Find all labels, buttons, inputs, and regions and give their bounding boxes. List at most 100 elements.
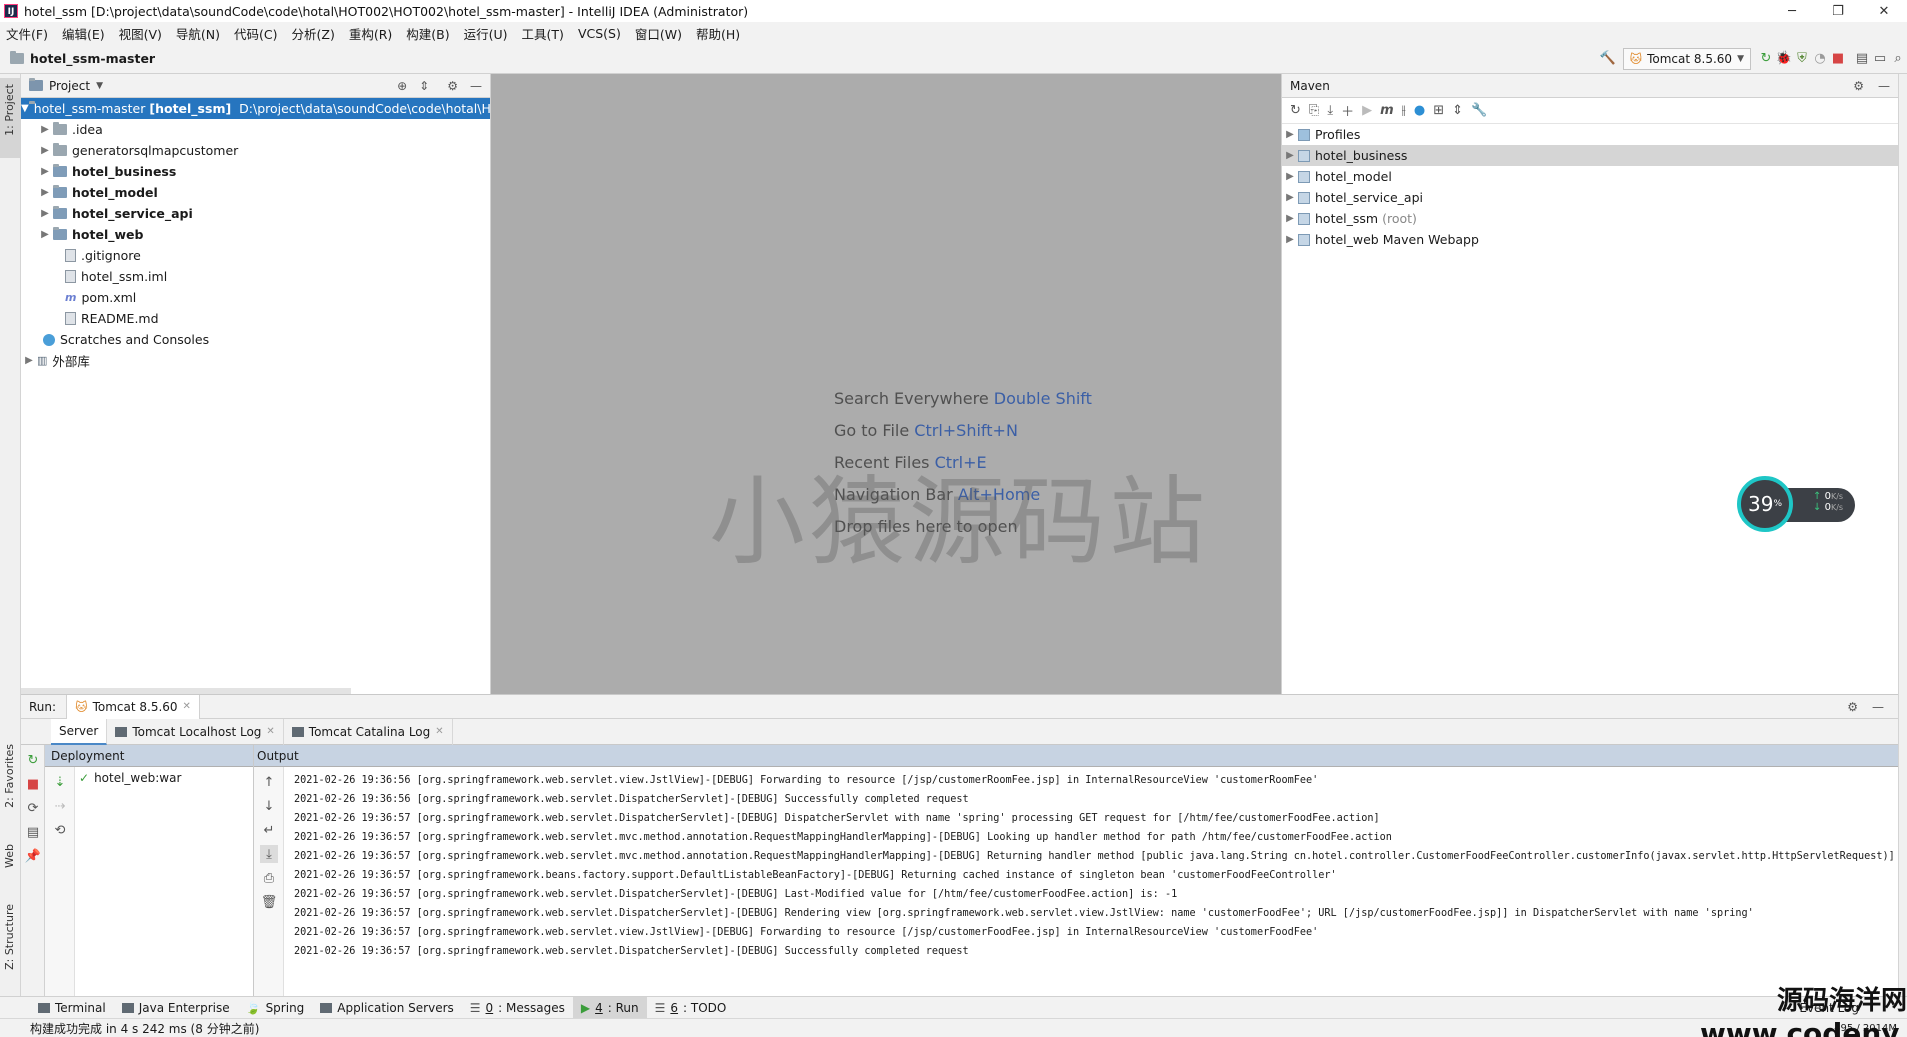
coverage-icon[interactable]: ⛨: [1793, 50, 1811, 68]
maven-item[interactable]: ▶ Profiles: [1282, 124, 1898, 145]
terminal-tool-button[interactable]: Terminal: [30, 997, 114, 1019]
add-icon[interactable]: ＋: [1341, 101, 1354, 120]
deploy-icon[interactable]: ⇣: [51, 773, 69, 791]
gear-icon[interactable]: ⚙: [1847, 700, 1858, 714]
menu-code[interactable]: 代码(C): [234, 24, 277, 43]
menu-analyze[interactable]: 分析(Z): [292, 24, 335, 43]
tree-item[interactable]: ▶ hotel_business: [21, 161, 490, 182]
network-speed-widget[interactable]: ↑ 0K/s ↓ 0K/s 39%: [1737, 476, 1857, 532]
undeploy-icon[interactable]: ⇢: [51, 797, 69, 815]
project-structure-icon[interactable]: ▤: [1853, 50, 1871, 68]
project-panel-title[interactable]: Project: [49, 79, 90, 93]
generate-sources-icon[interactable]: ⎘: [1309, 103, 1319, 118]
debug-icon[interactable]: 🐞: [1775, 50, 1793, 68]
editor-empty-area[interactable]: Search Everywhere Double Shift Go to Fil…: [491, 74, 1281, 694]
gear-icon[interactable]: ⚙: [1853, 79, 1864, 93]
favorites-tool-button[interactable]: 2: Favorites: [3, 744, 16, 808]
down-arrow-icon[interactable]: ↓: [260, 797, 278, 815]
menu-edit[interactable]: 编辑(E): [62, 24, 105, 43]
tree-root-row[interactable]: ▼ hotel_ssm-master [hotel_ssm] D:\projec…: [21, 98, 490, 119]
web-tool-button[interactable]: Web: [3, 844, 16, 868]
app-servers-tool-button[interactable]: Application Servers: [312, 997, 461, 1019]
spring-tool-button[interactable]: 🍃 Spring: [238, 997, 313, 1019]
project-tool-button[interactable]: 1: Project: [0, 78, 20, 158]
stop-icon[interactable]: ■: [24, 775, 42, 793]
tab-tomcat-localhost-log[interactable]: Tomcat Localhost Log ✕: [107, 718, 284, 745]
menu-window[interactable]: 窗口(W): [635, 24, 682, 43]
chevron-down-icon[interactable]: ▼: [96, 81, 103, 91]
profiler-icon[interactable]: ◔: [1811, 50, 1829, 68]
run-tool-button[interactable]: ▶ 4: Run: [572, 996, 647, 1019]
maven-item[interactable]: ▶ hotel_business: [1282, 145, 1898, 166]
search-icon[interactable]: ⌕: [1889, 50, 1907, 68]
external-libs-row[interactable]: ▶ ▥ 外部库: [21, 350, 490, 371]
collapse-all-icon[interactable]: ⇕: [419, 79, 429, 93]
menu-help[interactable]: 帮助(H): [696, 24, 740, 43]
java-enterprise-tool-button[interactable]: Java Enterprise: [114, 997, 238, 1019]
window-icon[interactable]: ▭: [1871, 50, 1889, 68]
refresh-icon[interactable]: ⟲: [51, 821, 69, 839]
scroll-to-end-icon[interactable]: ⤓: [260, 845, 278, 863]
messages-tool-button[interactable]: ☰ 0: Messages: [462, 997, 573, 1019]
collapse-all-icon[interactable]: ⇕: [1452, 103, 1463, 118]
menu-run[interactable]: 运行(U): [464, 24, 508, 43]
menu-tools[interactable]: 工具(T): [522, 24, 564, 43]
tree-item[interactable]: ▶ hotel_service_api: [21, 203, 490, 224]
tree-item[interactable]: ▶ hotel_model: [21, 182, 490, 203]
tree-item[interactable]: ▶ generatorsqlmapcustomer: [21, 140, 490, 161]
skip-tests-icon[interactable]: ●: [1414, 103, 1425, 118]
reload-icon[interactable]: ↻: [1290, 103, 1301, 118]
trash-icon[interactable]: 🗑: [260, 893, 278, 911]
breadcrumb[interactable]: hotel_ssm-master: [30, 51, 155, 66]
hide-icon[interactable]: —: [470, 79, 482, 93]
structure-tool-button[interactable]: Z: Structure: [3, 904, 16, 970]
print-icon[interactable]: ⎙: [260, 869, 278, 887]
run-config-select[interactable]: 🐱 Tomcat 8.5.60 ▼: [1622, 47, 1751, 70]
tree-item[interactable]: ▶ .idea: [21, 119, 490, 140]
run-icon[interactable]: ▶: [1362, 103, 1372, 118]
console-log[interactable]: 2021-02-26 19:36:56 [org.springframework…: [294, 771, 1895, 961]
update-icon[interactable]: ⟳: [24, 799, 42, 817]
up-arrow-icon[interactable]: ↑: [260, 773, 278, 791]
deployment-item[interactable]: ✓ hotel_web:war: [79, 771, 181, 785]
locate-icon[interactable]: ⊕: [397, 79, 407, 93]
tab-tomcat-catalina-log[interactable]: Tomcat Catalina Log ✕: [284, 718, 453, 745]
menu-build[interactable]: 构建(B): [406, 24, 449, 43]
execute-goal-icon[interactable]: m: [1380, 103, 1394, 118]
tree-file[interactable]: hotel_ssm.iml: [21, 266, 490, 287]
todo-tool-button[interactable]: ☰ 6: TODO: [647, 997, 735, 1019]
show-dependencies-icon[interactable]: ⊞: [1433, 103, 1444, 118]
download-icon[interactable]: ⤓: [1327, 103, 1333, 118]
stop-icon[interactable]: ■: [1829, 50, 1847, 68]
toggle-offline-icon[interactable]: ⫲: [1402, 103, 1406, 118]
menu-vcs[interactable]: VCS(S): [578, 26, 621, 41]
tree-file[interactable]: m pom.xml: [21, 287, 490, 308]
menu-view[interactable]: 视图(V): [119, 24, 162, 43]
layout-icon[interactable]: ▤: [24, 823, 42, 841]
rerun-icon[interactable]: ↻: [24, 751, 42, 769]
hide-icon[interactable]: —: [1872, 700, 1884, 714]
menu-refactor[interactable]: 重构(R): [349, 24, 392, 43]
close-icon[interactable]: ✕: [183, 701, 191, 712]
wrench-icon[interactable]: 🔧: [1471, 103, 1487, 118]
pin-icon[interactable]: 📌: [24, 847, 42, 865]
hide-icon[interactable]: —: [1878, 79, 1890, 93]
close-icon[interactable]: ✕: [435, 726, 443, 737]
rerun-icon[interactable]: ↻: [1757, 50, 1775, 68]
close-button[interactable]: ✕: [1861, 0, 1907, 22]
minimize-button[interactable]: ─: [1769, 0, 1815, 22]
maven-item[interactable]: ▶ hotel_model: [1282, 166, 1898, 187]
tree-item[interactable]: ▶ hotel_web: [21, 224, 490, 245]
maven-item[interactable]: ▶ hotel_service_api: [1282, 187, 1898, 208]
tree-file[interactable]: README.md: [21, 308, 490, 329]
close-icon[interactable]: ✕: [266, 726, 274, 737]
maven-item[interactable]: ▶ hotel_web Maven Webapp: [1282, 229, 1898, 250]
gear-icon[interactable]: ⚙: [447, 79, 458, 93]
run-config-tab[interactable]: 🐱 Tomcat 8.5.60 ✕: [66, 694, 200, 719]
menu-navigate[interactable]: 导航(N): [176, 24, 220, 43]
build-hammer-icon[interactable]: 🔨: [1599, 50, 1617, 68]
restore-button[interactable]: ❐: [1815, 0, 1861, 22]
scratches-row[interactable]: Scratches and Consoles: [21, 329, 490, 350]
soft-wrap-icon[interactable]: ↵: [260, 821, 278, 839]
maven-item[interactable]: ▶ hotel_ssm (root): [1282, 208, 1898, 229]
